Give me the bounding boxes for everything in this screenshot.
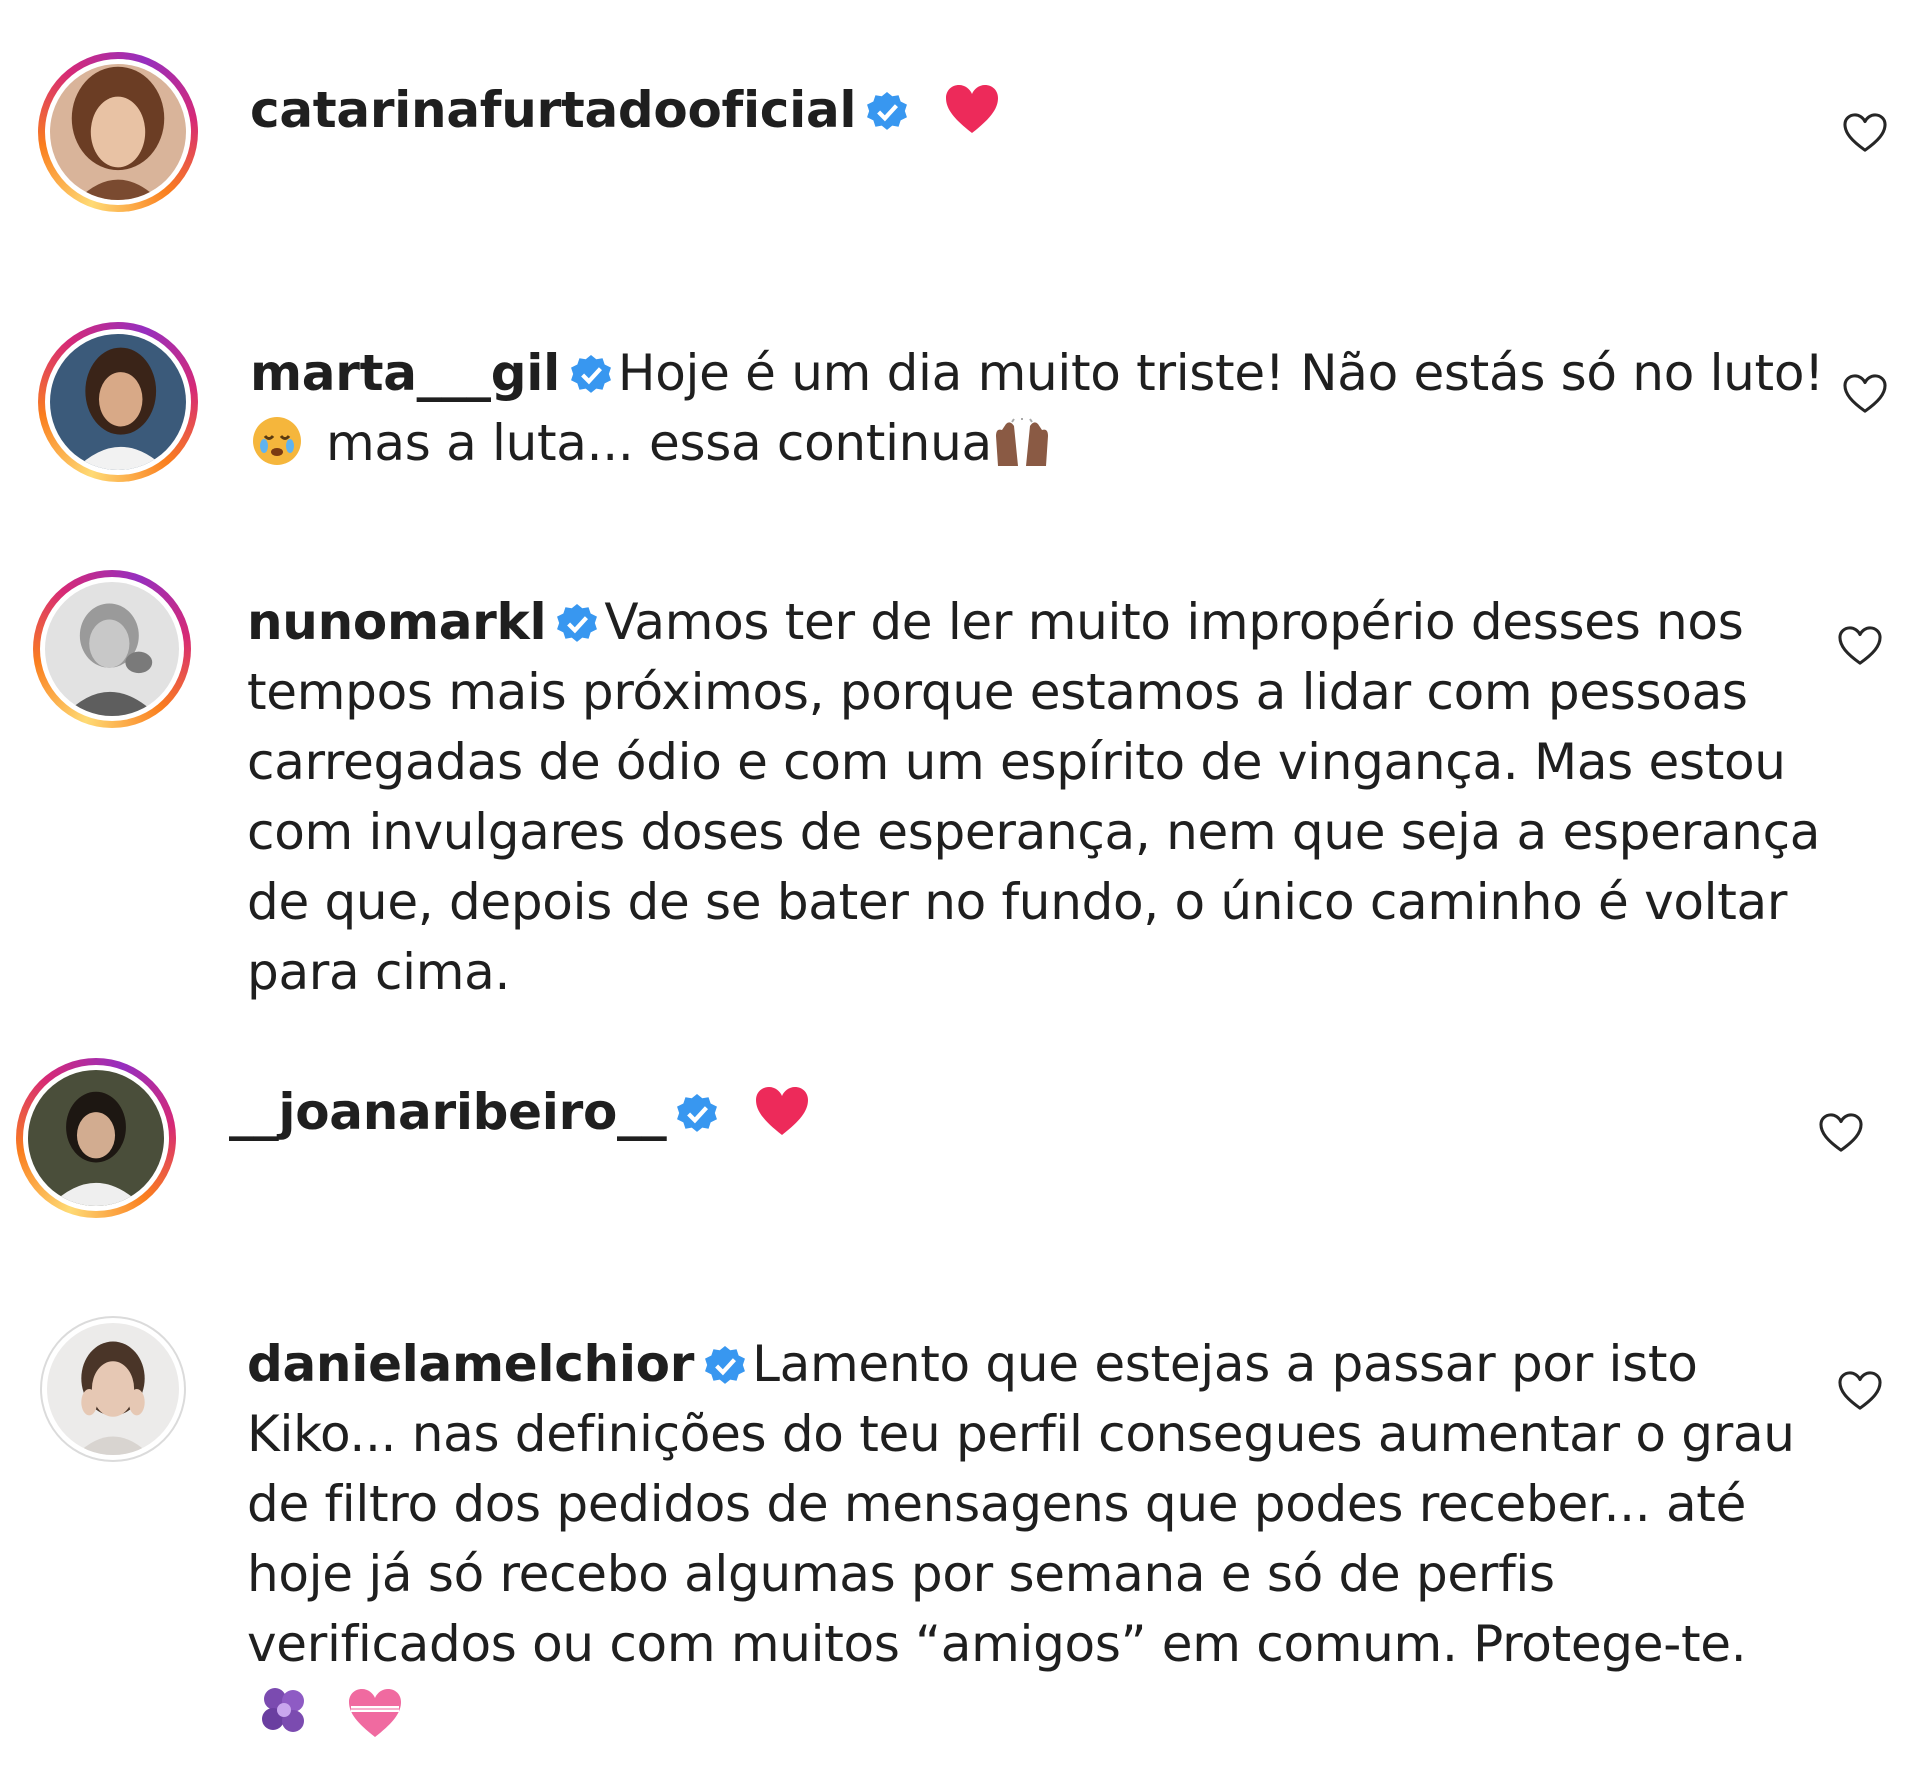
raised-hands-emoji-icon <box>992 418 1052 468</box>
crying-face-emoji-icon <box>250 414 304 468</box>
heart-gift-emoji-icon <box>347 1687 403 1739</box>
verified-badge-icon <box>704 1345 746 1387</box>
avatar-photo <box>28 1070 164 1206</box>
avatar-photo <box>45 582 179 716</box>
username-link[interactable]: __joanaribeiro__ <box>229 1083 667 1141</box>
red-heart-emoji-icon <box>944 83 1000 135</box>
comment-text-line: carregadas de ódio e com um espírito de … <box>247 733 1786 791</box>
comment-body: danielamelchior Lamento que estejas a pas… <box>247 1329 1795 1749</box>
verified-badge-icon <box>866 91 908 133</box>
comment-text-line: de filtro dos pedidos de mensagens que p… <box>247 1475 1747 1533</box>
avatar[interactable] <box>16 1058 176 1218</box>
comment-body: __joanaribeiro__ <box>229 1077 810 1147</box>
avatar[interactable] <box>33 570 191 728</box>
comment-text-line: tempos mais próximos, porque estamos a l… <box>247 663 1748 721</box>
like-heart-icon[interactable] <box>1842 112 1888 154</box>
red-heart-emoji-icon <box>754 1085 810 1137</box>
avatar-photo <box>50 334 186 470</box>
like-heart-icon[interactable] <box>1818 1112 1864 1154</box>
username-link[interactable]: catarinafurtadooficial <box>250 81 857 139</box>
verified-badge-icon <box>570 354 612 396</box>
purple-flower-emoji-icon <box>259 1683 309 1739</box>
comment-body: marta___gil Hoje é um dia muito triste! N… <box>250 338 1824 478</box>
avatar[interactable] <box>38 322 198 482</box>
username-link[interactable]: marta___gil <box>250 344 560 402</box>
comments-feed: catarinafurtadooficial marta___gil Hoje é… <box>0 0 1920 1774</box>
avatar[interactable] <box>38 52 198 212</box>
comment-body: catarinafurtadooficial <box>250 75 1000 145</box>
comment-text-line: Vamos ter de ler muito impropério desses… <box>604 593 1744 651</box>
comment-text: Hoje é um dia muito triste! Não estás só… <box>617 344 1824 402</box>
avatar-photo <box>47 1323 179 1455</box>
comment-text-line: verificados ou com muitos “amigos” em co… <box>247 1615 1747 1673</box>
avatar[interactable] <box>40 1316 186 1462</box>
comment-text-line: com invulgares doses de esperança, nem q… <box>247 803 1821 861</box>
comment-body: nunomarkl Vamos ter de ler muito impropér… <box>247 587 1820 1007</box>
verified-badge-icon <box>676 1093 718 1135</box>
verified-badge-icon <box>556 603 598 645</box>
comment-text-line: Kiko... nas definições do teu perfil con… <box>247 1405 1795 1463</box>
avatar-photo <box>50 64 186 200</box>
comment-text-line: hoje já só recebo algumas por semana e s… <box>247 1545 1555 1603</box>
comment-text-line: de que, depois de se bater no fundo, o ú… <box>247 873 1788 931</box>
comment-text-line: Lamento que estejas a passar por isto <box>752 1335 1698 1393</box>
like-heart-icon[interactable] <box>1842 373 1888 415</box>
username-link[interactable]: danielamelchior <box>247 1335 694 1393</box>
like-heart-icon[interactable] <box>1837 625 1883 667</box>
username-link[interactable]: nunomarkl <box>247 593 547 651</box>
comment-text-line2: mas a luta... essa continua <box>326 414 992 472</box>
like-heart-icon[interactable] <box>1837 1370 1883 1412</box>
comment-text-line: para cima. <box>247 943 511 1001</box>
